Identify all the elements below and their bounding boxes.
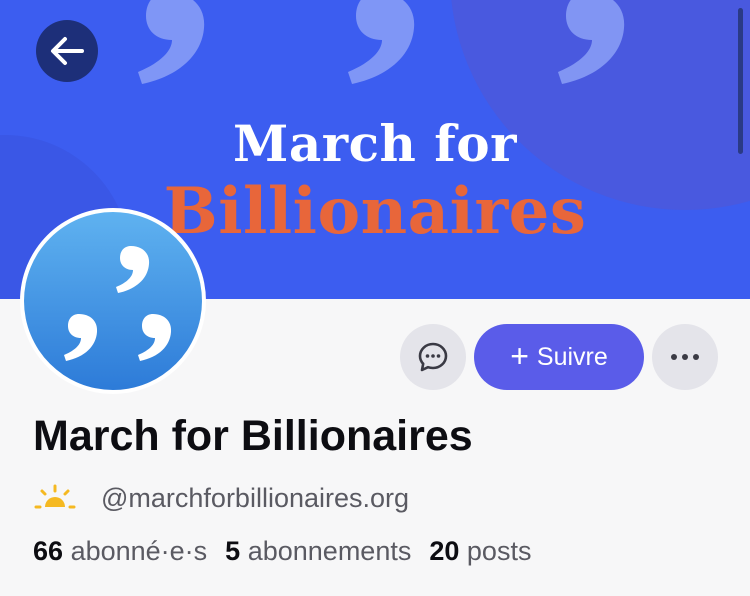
scrollbar[interactable] [738,8,743,154]
posts-label: posts [466,536,532,566]
back-button[interactable] [36,20,98,82]
handle-text[interactable]: @marchforbillionaires.org [101,483,409,514]
chat-bubble-icon [418,342,448,372]
banner-title-line1: March for [233,114,517,173]
avatar[interactable] [20,208,206,394]
followers-label: abonné·e·s [70,536,208,566]
comma-mark-icon [348,0,415,84]
display-name: March for Billionaires [33,412,473,460]
posts-stat: 20 posts [429,536,531,566]
profile-stats: 66 abonné·e·s 5 abonnements 20 posts [33,536,531,567]
followers-count: 66 [33,536,64,566]
arrow-left-icon [51,37,84,65]
posts-count: 20 [429,536,460,566]
following-count: 5 [225,536,241,566]
avatar-image [24,212,202,390]
follow-label: Suivre [536,342,608,371]
comma-mark-icon [558,0,625,84]
comma-logo-icon [64,246,172,361]
message-button[interactable] [400,324,466,390]
more-options-button[interactable] [652,324,718,390]
ellipsis-icon [671,354,699,360]
followers-stat[interactable]: 66 abonné·e·s [33,536,207,566]
sunrise-icon [34,484,76,509]
following-label: abonnements [247,536,412,566]
following-stat[interactable]: 5 abonnements [225,536,411,566]
comma-mark-icon [138,0,205,84]
follow-button[interactable]: + Suivre [474,324,644,390]
handle-row: @marchforbillionaires.org [33,480,409,516]
plus-icon: + [510,337,529,374]
